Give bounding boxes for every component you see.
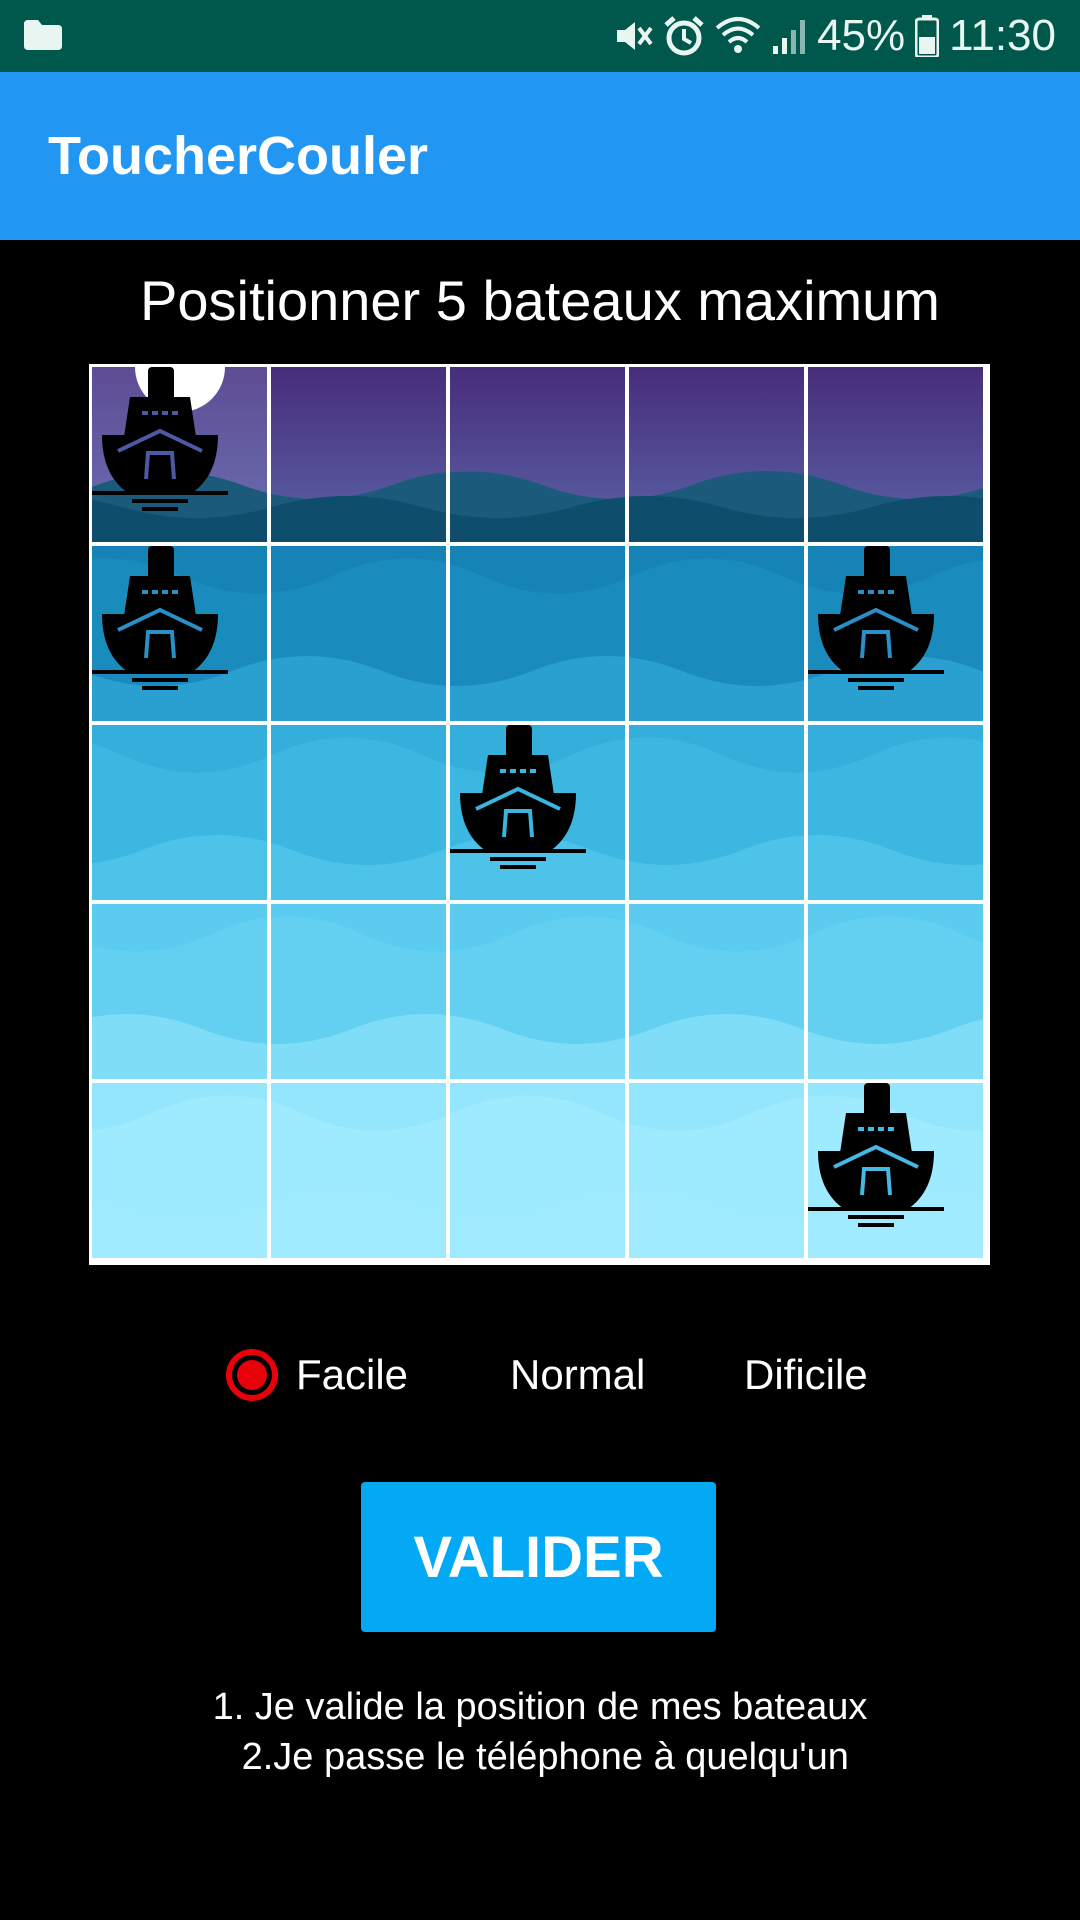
grid-cell[interactable] [629, 725, 804, 900]
sea-background [629, 725, 804, 900]
wifi-icon [715, 17, 761, 53]
grid-cell[interactable] [629, 904, 804, 1079]
grid-cell[interactable] [92, 546, 267, 721]
ship-icon [808, 546, 944, 690]
grid-cell[interactable] [92, 725, 267, 900]
grid-cell[interactable] [450, 546, 625, 721]
sea-background [450, 904, 625, 1079]
radio-facile[interactable]: Facile [226, 1338, 408, 1412]
sea-background [450, 367, 625, 542]
status-bar: 45% 11:30 [0, 0, 1080, 72]
status-icons: 45% 11:30 [613, 0, 1056, 72]
radio-normal[interactable]: Normal [510, 1338, 645, 1412]
alarm-icon [664, 16, 704, 56]
grid-cell[interactable] [629, 367, 804, 542]
sea-background [450, 1083, 625, 1258]
radio-label-normal: Normal [510, 1351, 646, 1398]
ship-icon [450, 725, 586, 869]
help-line-2: 2.Je passe le téléphone à quelqu'un [231, 1736, 849, 1778]
sea-background [629, 904, 804, 1079]
grid-cell[interactable] [92, 367, 267, 542]
sea-background [629, 1083, 804, 1258]
sea-background [808, 904, 983, 1079]
sea-background [92, 725, 267, 900]
sea-background [629, 546, 804, 721]
signal-icon [773, 20, 806, 54]
sea-background [92, 1083, 267, 1258]
grid-cell[interactable] [271, 725, 446, 900]
grid-cell[interactable] [450, 367, 625, 542]
grid-cell[interactable] [808, 367, 983, 542]
difficulty-radio-group: Facile Normal Dificile [0, 1338, 1080, 1412]
mute-icon [617, 22, 653, 50]
grid-cell[interactable] [450, 725, 625, 900]
grid-cell[interactable] [629, 1083, 804, 1258]
folder-icon [24, 20, 62, 50]
grid-cell[interactable] [92, 904, 267, 1079]
grid-cell[interactable] [808, 1083, 983, 1258]
sea-background [271, 546, 446, 721]
sea-background [808, 725, 983, 900]
game-board [89, 364, 990, 1265]
ship-icon [92, 546, 228, 690]
battery-icon [915, 15, 940, 57]
clock: 11:30 [949, 11, 1056, 60]
sea-background [450, 546, 625, 721]
ship-icon [92, 367, 228, 511]
sea-background [271, 725, 446, 900]
grid-cell[interactable] [271, 546, 446, 721]
sea-background [271, 367, 446, 542]
sea-background [271, 904, 446, 1079]
battery-percent: 45% [817, 11, 906, 60]
radio-label-facile: Facile [296, 1351, 409, 1398]
grid-cell[interactable] [271, 367, 446, 542]
radio-label-dificile: Dificile [744, 1351, 868, 1398]
help-text: 1. Je valide la position de mes bateaux … [0, 1682, 1080, 1782]
radio-dificile[interactable]: Dificile [744, 1338, 868, 1412]
app-title: ToucherCouler [48, 126, 429, 186]
sea-background [92, 904, 267, 1079]
sea-background [808, 367, 983, 542]
sea-background [271, 1083, 446, 1258]
app-bar: ToucherCouler [0, 72, 1080, 240]
validate-button[interactable]: VALIDER [361, 1482, 716, 1632]
instruction-title: Positionner 5 bateaux maximum [140, 269, 940, 332]
sea-background [629, 367, 804, 542]
grid-cell[interactable] [450, 1083, 625, 1258]
grid-cell[interactable] [808, 546, 983, 721]
ship-icon [808, 1083, 944, 1227]
help-line-1: 1. Je valide la position de mes bateaux [212, 1686, 868, 1728]
grid-cell[interactable] [629, 546, 804, 721]
grid-cell[interactable] [92, 1083, 267, 1258]
grid-cell[interactable] [808, 725, 983, 900]
grid-cell[interactable] [450, 904, 625, 1079]
grid-cell[interactable] [271, 904, 446, 1079]
grid-cell[interactable] [271, 1083, 446, 1258]
radio-selected-icon [226, 1349, 278, 1401]
grid-cell[interactable] [808, 904, 983, 1079]
